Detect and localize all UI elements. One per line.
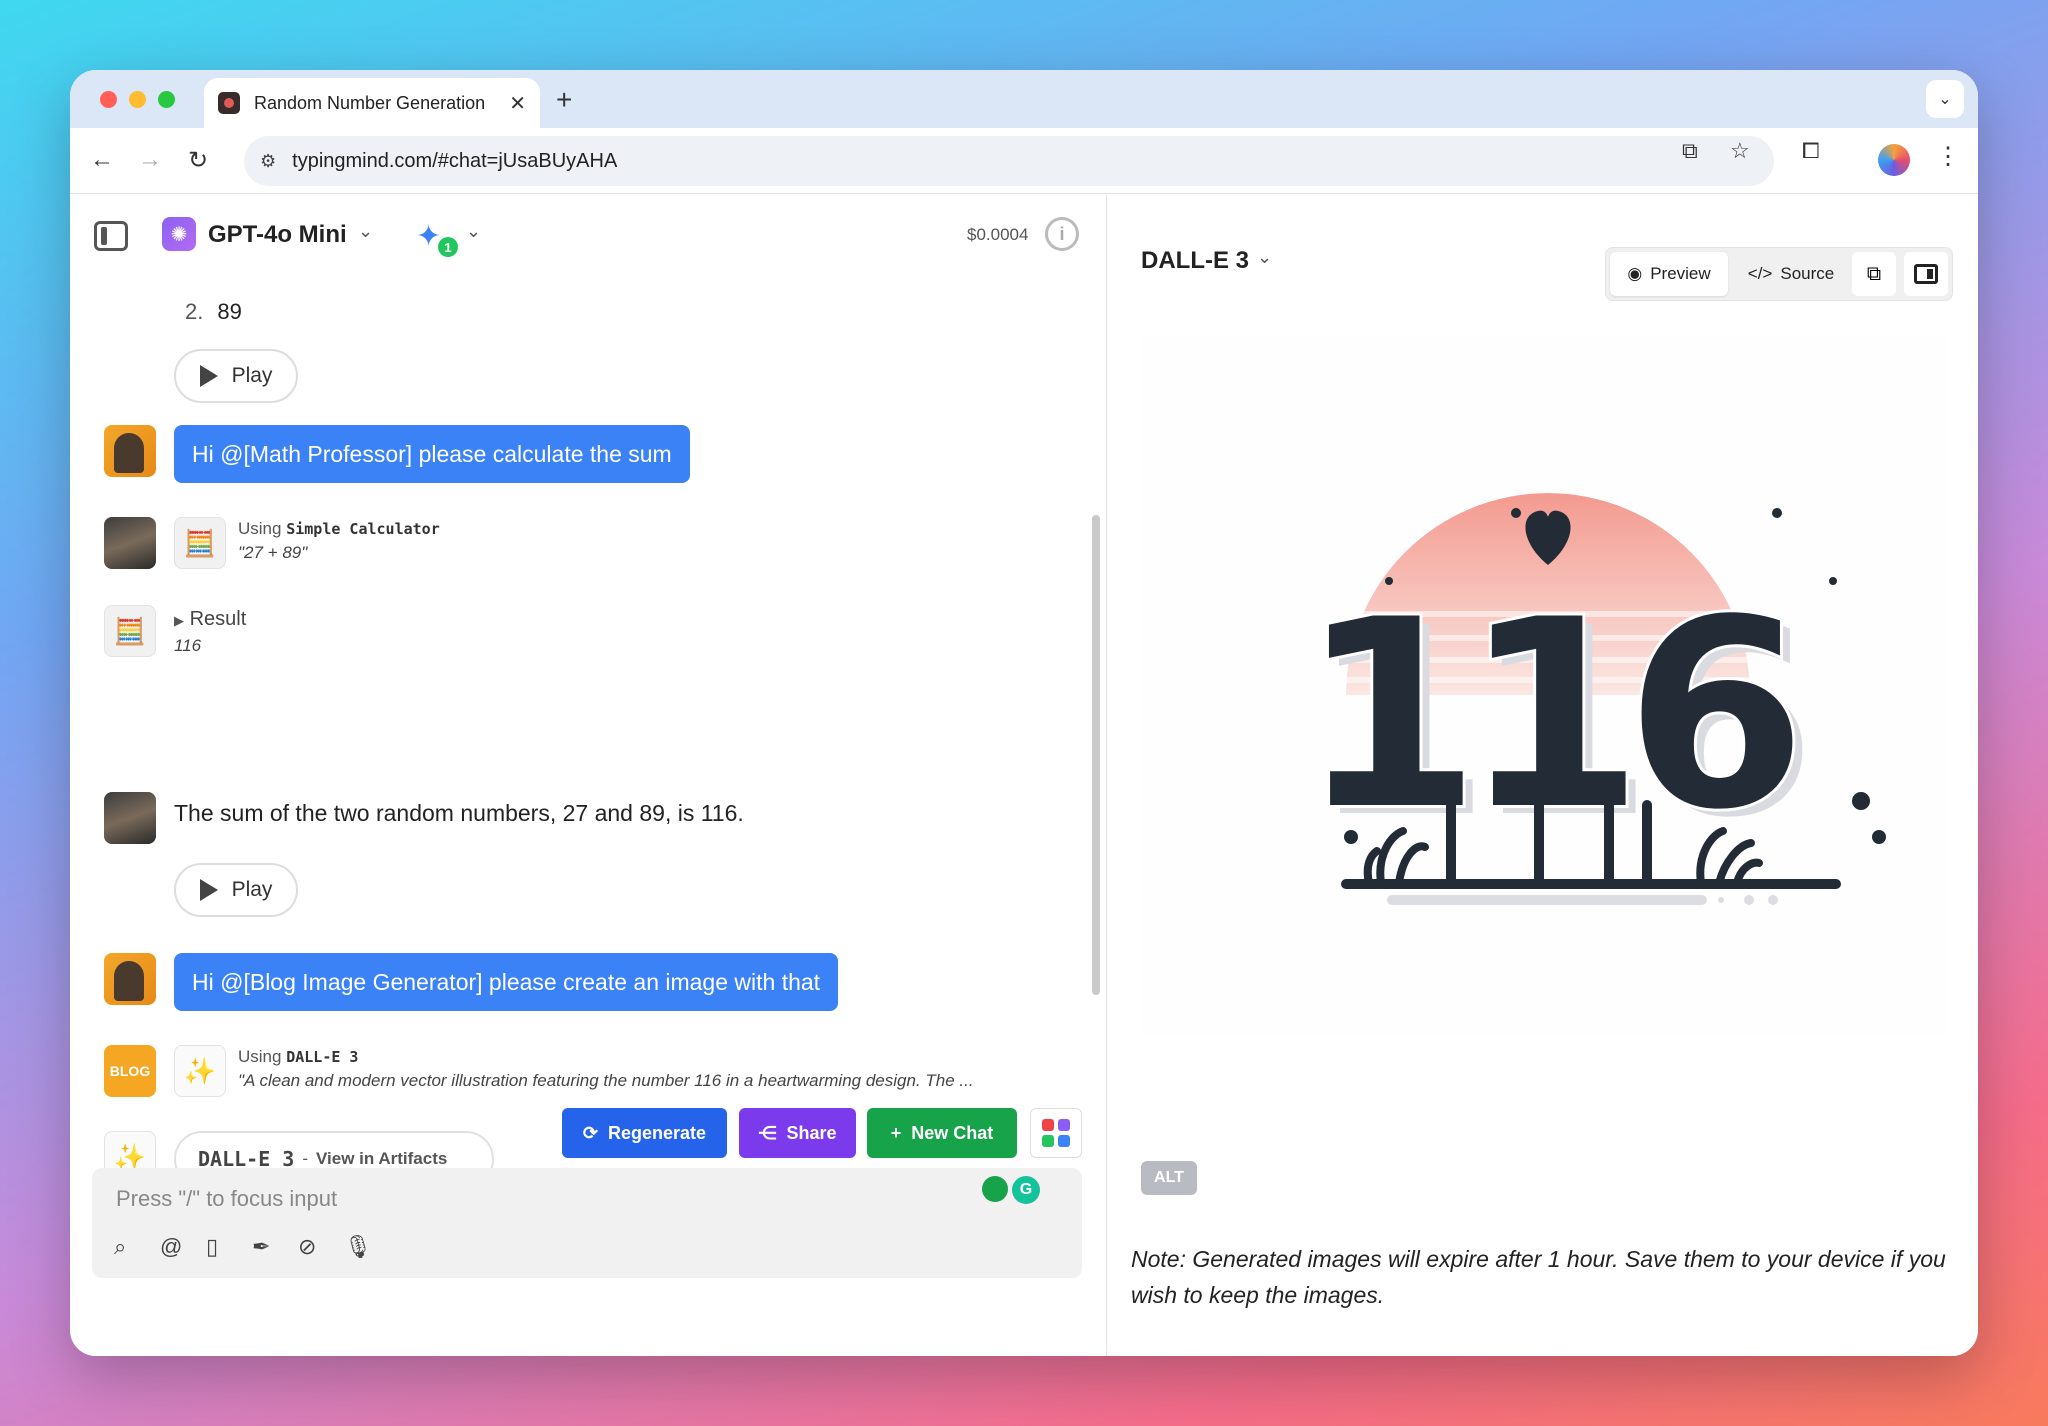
pen-icon[interactable]: ✒ (252, 1234, 270, 1260)
input-placeholder: Press "/" to focus input (116, 1186, 338, 1211)
bookmark-star-icon[interactable]: ☆ (1730, 138, 1750, 164)
browser-tab[interactable]: Random Number Generation ✕ (204, 78, 540, 128)
math-professor-avatar (104, 792, 156, 844)
math-professor-avatar (104, 517, 156, 569)
preview-tab[interactable]: ◉ Preview (1610, 252, 1728, 296)
address-bar[interactable]: ⚙ typingmind.com/#chat=jUsaBUyAHA (244, 136, 1774, 186)
chat-cost: $0.0004 (967, 225, 1029, 244)
chat-pane: ✺ GPT-4o Mini ⌄ ✦ 1 ⌄ $0.0004 i 2. 89 Pla… (70, 195, 1106, 1356)
tool-arguments: "27 + 89" (238, 543, 308, 562)
play-button[interactable]: Play (174, 863, 298, 917)
tab-title: Random Number Generation (254, 92, 486, 113)
result-toggle[interactable]: ▶ Result (174, 608, 246, 631)
expiry-note: Note: Generated images will expire after… (1131, 1246, 1946, 1308)
sparkles-icon: ✨ (174, 1045, 226, 1097)
user-avatar (104, 425, 156, 477)
prompt-library-icon[interactable]: ▯ (206, 1234, 218, 1260)
play-icon (199, 365, 218, 387)
svg-text:116: 116 (1300, 565, 1796, 867)
mention-icon[interactable]: @ (160, 1234, 182, 1260)
tab-strip: Random Number Generation ✕ + ⌄ (70, 70, 1978, 128)
play-icon (199, 879, 218, 901)
abacus-icon: 🧮 (174, 517, 226, 569)
model-name[interactable]: GPT-4o Mini (208, 221, 347, 249)
user-message: Hi @[Blog Image Generator] please create… (174, 953, 839, 1011)
search-icon[interactable]: ⌕ (114, 1234, 126, 1260)
grammarly-icon[interactable]: G (1012, 1176, 1040, 1204)
sidebar-toggle-icon[interactable] (94, 221, 128, 251)
user-message: Hi @[Math Professor] please calculate th… (174, 425, 690, 483)
chat-input[interactable]: Press "/" to focus input G ⌕ @ ▯ ✒ ⊘ 🎙 (92, 1168, 1082, 1278)
openai-model-icon[interactable]: ✺ (162, 217, 196, 251)
back-arrow-icon[interactable]: ← (84, 142, 120, 178)
share-icon: ⋲ (758, 1122, 777, 1143)
minimize-window-button[interactable] (129, 91, 146, 108)
reload-icon[interactable]: ↻ (180, 142, 216, 178)
code-icon: </> (1747, 264, 1773, 283)
number-illustration: 116 116 (1297, 493, 1886, 905)
assistant-message: The sum of the two random numbers, 27 an… (174, 800, 744, 826)
lightbulb-icon[interactable] (982, 1176, 1008, 1202)
user-avatar (104, 953, 156, 1005)
share-button[interactable]: ⋲ Share (739, 1108, 856, 1158)
plus-icon: + (890, 1122, 902, 1143)
artifact-chevron-down-icon[interactable]: ⌄ (1257, 247, 1272, 268)
extensions-icon[interactable]: ⧠ (1802, 138, 1820, 164)
view-mode-switch: ◉ Preview </> Source ⧉ (1605, 247, 1953, 301)
play-button[interactable]: Play (174, 349, 298, 403)
plugin-count-badge: 1 (438, 237, 458, 257)
maximize-window-button[interactable] (158, 91, 175, 108)
abacus-icon: 🧮 (104, 605, 156, 657)
model-chevron-down-icon[interactable]: ⌄ (358, 221, 373, 242)
panel-layout-icon[interactable] (1904, 252, 1948, 296)
url-text: typingmind.com/#chat=jUsaBUyAHA (292, 149, 618, 172)
eye-icon: ◉ (1627, 264, 1643, 283)
plugin-chevron-down-icon[interactable]: ⌄ (466, 221, 481, 242)
tool-usage-label: Using DALL-E 3 (238, 1047, 359, 1066)
open-in-new-icon[interactable]: ⧉ (1682, 138, 1698, 164)
artifact-pane: DALL-E 3 ⌄ ◉ Preview </> Source ⧉ 116 11… (1107, 195, 1978, 1356)
tab-search-chevron-icon[interactable]: ⌄ (1926, 80, 1964, 118)
microphone-icon[interactable]: 🎙 (344, 1234, 372, 1260)
attachment-icon[interactable]: ⊘ (298, 1234, 316, 1260)
browser-menu-icon[interactable]: ⋮ (1936, 142, 1960, 171)
new-tab-button[interactable]: + (556, 84, 572, 116)
profile-avatar[interactable] (1878, 144, 1910, 176)
generated-image: 116 116 (1141, 335, 1947, 1035)
site-settings-icon[interactable]: ⚙ (260, 151, 276, 172)
tool-usage-label: Using Simple Calculator (238, 519, 440, 538)
result-value: 116 (174, 636, 202, 655)
chat-scrollbar[interactable] (1092, 515, 1100, 995)
source-tab[interactable]: </> Source (1736, 252, 1846, 296)
copy-icon[interactable]: ⧉ (1852, 252, 1896, 296)
browser-toolbar: ← → ↻ ⚙ typingmind.com/#chat=jUsaBUyAHA … (70, 128, 1978, 194)
typingmind-favicon-icon (218, 92, 240, 114)
alt-text-badge[interactable]: ALT (1141, 1161, 1197, 1195)
list-item: 2. 89 (185, 299, 242, 324)
new-chat-button[interactable]: + New Chat (867, 1108, 1017, 1158)
close-window-button[interactable] (100, 91, 117, 108)
forward-arrow-icon[interactable]: → (132, 142, 168, 178)
tab-close-icon[interactable]: ✕ (509, 91, 526, 116)
triangle-right-icon: ▶ (174, 613, 184, 628)
regenerate-button[interactable]: ⟳ Regenerate (562, 1108, 727, 1158)
artifact-title[interactable]: DALL-E 3 (1141, 247, 1249, 275)
tool-arguments: "A clean and modern vector illustration … (238, 1071, 974, 1090)
info-icon[interactable]: i (1045, 217, 1079, 251)
refresh-icon: ⟳ (582, 1122, 599, 1143)
apps-grid-button[interactable] (1030, 1108, 1082, 1158)
browser-window: Random Number Generation ✕ + ⌄ ← → ↻ ⚙ t… (70, 70, 1978, 1356)
blog-generator-avatar: BLOG (104, 1045, 156, 1097)
